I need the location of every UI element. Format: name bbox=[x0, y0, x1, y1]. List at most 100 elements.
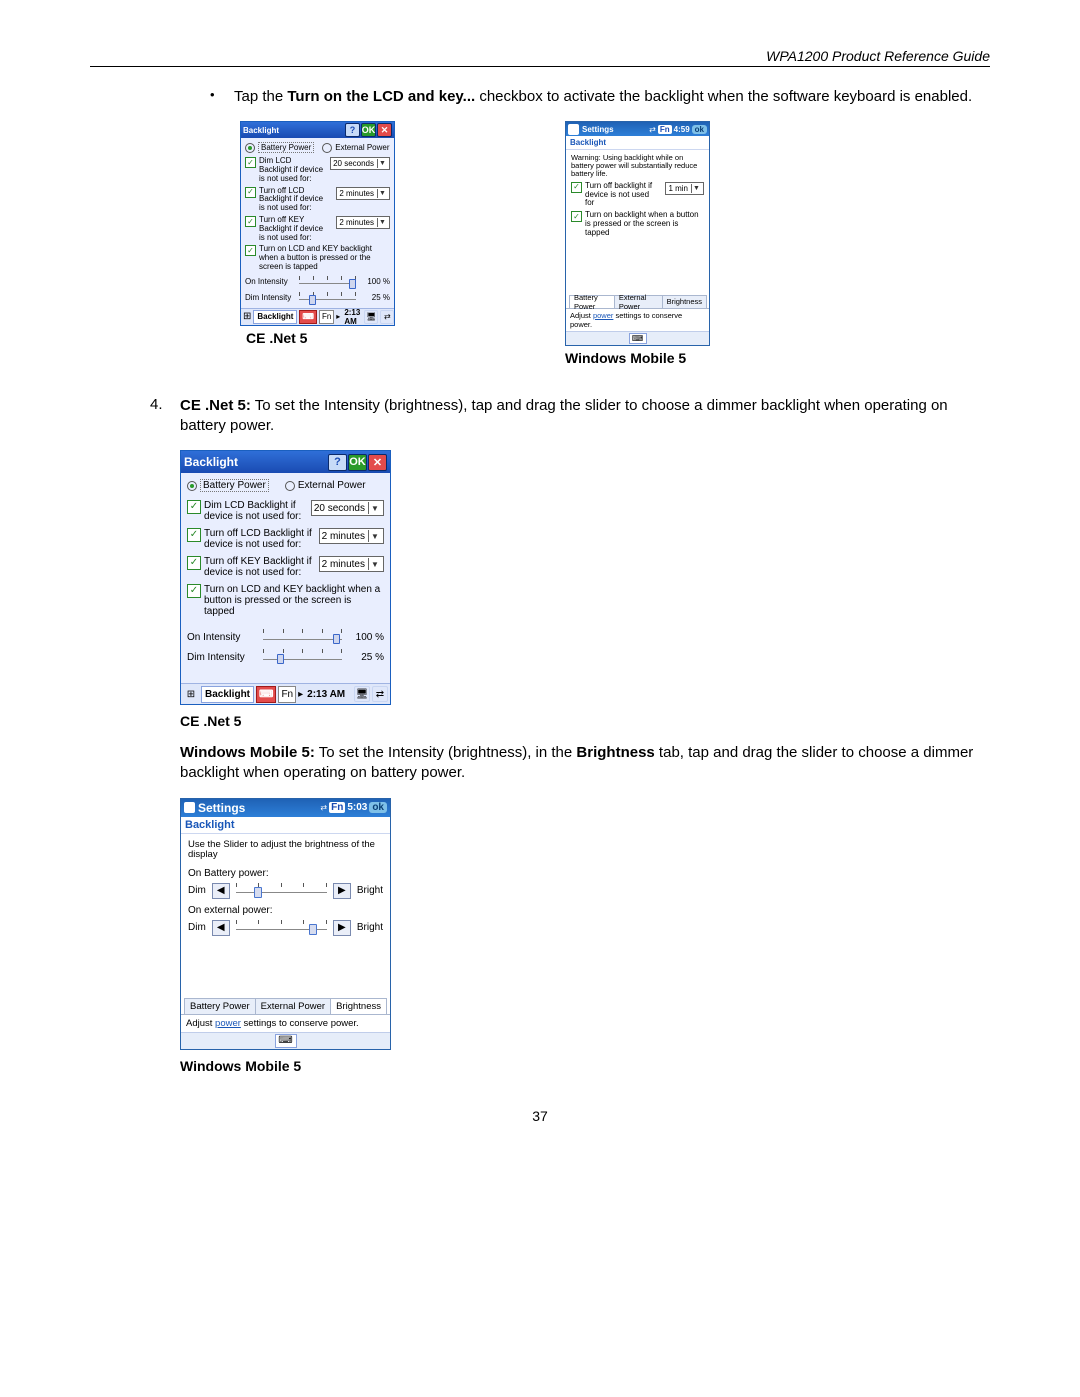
select-off-lcd[interactable]: 2 minutes▼ bbox=[336, 187, 390, 200]
dim-label: Dim bbox=[188, 922, 206, 933]
wm-brightness-caption: Windows Mobile 5 bbox=[180, 1058, 990, 1074]
ok-button[interactable]: OK bbox=[361, 123, 376, 137]
windows-flag-icon[interactable]: ⊞ bbox=[568, 124, 579, 135]
network-icon[interactable]: ⇄ bbox=[380, 310, 394, 324]
desktop-icon[interactable]: 🖥 bbox=[354, 686, 370, 702]
checkbox-turn-on-lcd-key[interactable]: ✓ bbox=[187, 584, 201, 598]
tab-external-power[interactable]: External Power bbox=[255, 998, 331, 1014]
ok-button[interactable]: ok bbox=[369, 802, 387, 813]
slider-thumb-icon bbox=[349, 279, 356, 289]
checkbox-off-backlight[interactable]: ✓ bbox=[571, 182, 582, 193]
close-button[interactable]: ✕ bbox=[377, 123, 392, 137]
radio-external-power[interactable]: External Power bbox=[285, 480, 366, 491]
ok-button[interactable]: ok bbox=[692, 125, 707, 134]
tab-brightness[interactable]: Brightness bbox=[662, 295, 707, 308]
wm-tabs: Battery Power External Power Brightness bbox=[181, 998, 390, 1014]
radio-battery-power[interactable]: Battery Power bbox=[245, 142, 314, 153]
ce-large-caption: CE .Net 5 bbox=[180, 713, 990, 729]
ce-title-text: Backlight bbox=[243, 126, 344, 135]
ce-titlebar: Backlight ? OK ✕ bbox=[241, 122, 394, 138]
checkbox-turn-on-lcd-key[interactable]: ✓ bbox=[245, 245, 256, 256]
network-icon[interactable]: ⇄ bbox=[372, 686, 388, 702]
wm-caption: Windows Mobile 5 bbox=[565, 350, 686, 366]
wm-topbar: ⊞ Settings ⇄ Fn 5:03 ok bbox=[181, 799, 390, 817]
figure-wm-brightness: ⊞ Settings ⇄ Fn 5:03 ok Backlight Use th… bbox=[180, 798, 990, 1074]
checkbox-off-lcd[interactable]: ✓ bbox=[187, 528, 201, 542]
dim-intensity-label: Dim Intensity bbox=[245, 293, 295, 302]
checkbox-dim-lcd[interactable]: ✓ bbox=[245, 157, 256, 168]
start-button[interactable]: ⊞ bbox=[243, 310, 251, 323]
power-link[interactable]: power bbox=[215, 1018, 241, 1029]
label-off-backlight: Turn off backlight if device is not used… bbox=[585, 182, 659, 208]
on-intensity-value: 100 % bbox=[346, 632, 384, 643]
wm5-paragraph: Windows Mobile 5: To set the Intensity (… bbox=[180, 743, 990, 784]
chevron-down-icon: ▼ bbox=[377, 218, 387, 227]
select-off-lcd[interactable]: 2 minutes▼ bbox=[319, 528, 384, 544]
tab-battery-power[interactable]: Battery Power bbox=[184, 998, 256, 1014]
windows-flag-icon[interactable]: ⊞ bbox=[184, 802, 195, 813]
ce-window-large: Backlight ? OK ✕ Battery Power External … bbox=[180, 450, 391, 705]
decrease-button[interactable]: ◀ bbox=[212, 920, 230, 936]
radio-battery-power[interactable]: Battery Power bbox=[187, 479, 269, 492]
fn-indicator-icon: ⌨ bbox=[256, 686, 276, 703]
slider-thumb-icon bbox=[333, 634, 340, 644]
wm-time: 5:03 bbox=[347, 802, 367, 813]
figure-ce-large: Backlight ? OK ✕ Battery Power External … bbox=[180, 450, 990, 729]
dim-intensity-slider[interactable] bbox=[299, 292, 356, 304]
increase-button[interactable]: ▶ bbox=[333, 920, 351, 936]
label-off-lcd: Turn off LCD Backlight if device is not … bbox=[204, 528, 313, 550]
dim-intensity-label: Dim Intensity bbox=[187, 652, 259, 663]
wm-footer: Adjust power settings to conserve power. bbox=[566, 308, 709, 331]
ok-button[interactable]: OK bbox=[348, 454, 367, 471]
dim-intensity-slider[interactable] bbox=[263, 649, 342, 665]
checkbox-off-lcd[interactable]: ✓ bbox=[245, 187, 256, 198]
checkbox-turn-on-backlight[interactable]: ✓ bbox=[571, 211, 582, 222]
select-off-backlight[interactable]: 1 min▼ bbox=[665, 182, 704, 195]
keyboard-icon[interactable]: ⌨ bbox=[275, 1034, 297, 1048]
on-intensity-slider[interactable] bbox=[263, 629, 342, 645]
tab-battery-power[interactable]: Battery Power bbox=[569, 295, 615, 308]
checkbox-dim-lcd[interactable]: ✓ bbox=[187, 500, 201, 514]
tab-brightness[interactable]: Brightness bbox=[330, 998, 387, 1014]
power-link[interactable]: power bbox=[593, 311, 613, 320]
start-button[interactable]: ⊞ bbox=[183, 686, 199, 702]
label-off-key: Turn off KEY Backlight if device is not … bbox=[204, 556, 313, 578]
select-off-key[interactable]: 2 minutes▼ bbox=[336, 216, 390, 229]
tab-external-power[interactable]: External Power bbox=[614, 295, 663, 308]
ce-title-text: Backlight bbox=[184, 455, 327, 469]
radio-dot-icon bbox=[187, 481, 197, 491]
bullet-text: Tap the Turn on the LCD and key... check… bbox=[234, 87, 990, 107]
dim-label: Dim bbox=[188, 885, 206, 896]
close-button[interactable]: ✕ bbox=[368, 454, 387, 471]
desktop-icon[interactable]: 🖥 bbox=[364, 310, 378, 324]
on-intensity-value: 100 % bbox=[360, 277, 390, 286]
bright-label: Bright bbox=[357, 885, 383, 896]
battery-brightness-slider[interactable] bbox=[236, 883, 327, 899]
external-brightness-slider[interactable] bbox=[236, 920, 327, 936]
arrow-right-icon: ▸ bbox=[336, 312, 340, 321]
wm-window-brightness: ⊞ Settings ⇄ Fn 5:03 ok Backlight Use th… bbox=[180, 798, 391, 1050]
ce-taskbar: ⊞ Backlight ⌨ Fn ▸ 2:13 AM 🖥 ⇄ bbox=[181, 683, 390, 704]
keyboard-icon[interactable]: ⌨ bbox=[629, 333, 647, 344]
label-turn-on-lcd-key: Turn on LCD and KEY backlight when a but… bbox=[204, 584, 384, 617]
taskbar-app-button[interactable]: Backlight bbox=[253, 310, 297, 324]
wm-window-small: ⊞ Settings ⇄ Fn 4:59 ok Backlight Warnin… bbox=[565, 121, 710, 345]
on-intensity-slider[interactable] bbox=[299, 276, 356, 288]
select-dim-lcd[interactable]: 20 seconds▼ bbox=[330, 157, 390, 170]
wm-subtitle: Backlight bbox=[566, 136, 709, 150]
select-dim-lcd[interactable]: 20 seconds▼ bbox=[311, 500, 384, 516]
decrease-button[interactable]: ◀ bbox=[212, 883, 230, 899]
on-intensity-label: On Intensity bbox=[187, 632, 259, 643]
checkbox-off-key[interactable]: ✓ bbox=[245, 216, 256, 227]
taskbar-app-button[interactable]: Backlight bbox=[201, 686, 254, 703]
wm-footer: Adjust power settings to conserve power. bbox=[181, 1014, 390, 1032]
radio-external-power[interactable]: External Power bbox=[322, 143, 389, 153]
chevron-down-icon: ▼ bbox=[377, 189, 387, 198]
wm-time: 4:59 bbox=[674, 125, 690, 134]
checkbox-off-key[interactable]: ✓ bbox=[187, 556, 201, 570]
help-button[interactable]: ? bbox=[345, 123, 360, 137]
select-off-key[interactable]: 2 minutes▼ bbox=[319, 556, 384, 572]
signal-icon: ⇄ bbox=[320, 803, 327, 812]
help-button[interactable]: ? bbox=[328, 454, 347, 471]
increase-button[interactable]: ▶ bbox=[333, 883, 351, 899]
